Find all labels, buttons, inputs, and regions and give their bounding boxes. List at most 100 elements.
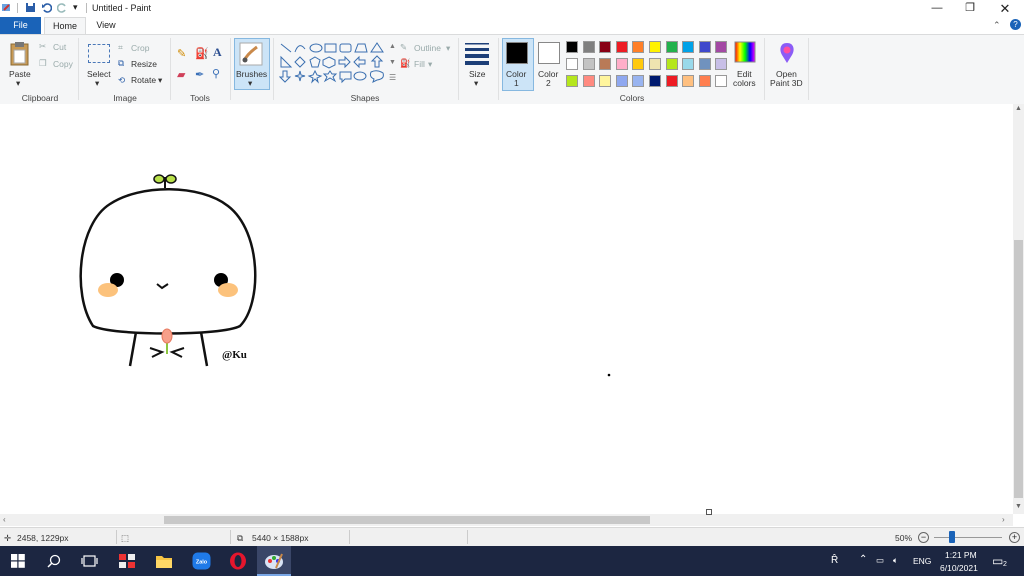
palette-swatch[interactable] — [615, 75, 628, 87]
palette-swatch[interactable] — [649, 58, 661, 70]
select-dropdown-icon[interactable]: ▾ — [95, 78, 99, 89]
palette-swatch[interactable] — [615, 41, 628, 53]
scroll-left-icon[interactable]: ‹ — [3, 515, 6, 524]
shapes-scroll-up-icon[interactable]: ▲ — [389, 43, 396, 50]
tab-file[interactable]: File — [0, 17, 41, 34]
crop-icon[interactable]: ⌗ — [118, 42, 123, 53]
palette-swatch[interactable] — [599, 41, 612, 53]
scroll-up-icon[interactable]: ▲ — [1015, 105, 1022, 112]
fill-button[interactable]: Fill — [414, 59, 425, 69]
palette-swatch[interactable] — [665, 41, 678, 53]
copy-icon[interactable]: ❐ — [39, 58, 47, 69]
color2-swatch[interactable] — [538, 42, 560, 64]
palette-swatch[interactable] — [715, 75, 728, 87]
language-indicator[interactable]: ENG — [913, 556, 931, 566]
palette-swatch[interactable] — [566, 41, 578, 53]
paint-app-icon[interactable] — [1, 2, 12, 13]
tab-view[interactable]: View — [88, 17, 124, 34]
palette-swatch[interactable] — [698, 75, 711, 87]
rotate-button[interactable]: Rotate — [131, 75, 156, 85]
palette-swatch[interactable] — [665, 75, 678, 87]
opera-icon[interactable] — [229, 552, 247, 570]
eraser-icon[interactable]: ▰ — [177, 68, 185, 81]
undo-icon[interactable] — [41, 2, 52, 13]
scroll-right-icon[interactable]: › — [1002, 515, 1005, 524]
volume-icon[interactable]: 🔈︎ — [893, 555, 898, 566]
notification-center-icon[interactable]: ▭ — [992, 554, 1003, 568]
palette-swatch[interactable] — [715, 41, 728, 53]
save-icon[interactable] — [25, 2, 36, 13]
palette-swatch[interactable] — [649, 41, 661, 53]
outline-icon[interactable]: ✎ — [400, 42, 407, 53]
outline-button[interactable]: Outline — [414, 43, 441, 53]
battery-icon[interactable]: ▭ — [876, 555, 884, 566]
fill-dropdown-icon[interactable]: ▾ — [428, 59, 432, 70]
palette-swatch[interactable] — [682, 75, 695, 87]
zoom-slider-thumb[interactable] — [949, 531, 955, 543]
select-icon[interactable] — [88, 44, 110, 63]
fill-bucket-icon[interactable]: ⛽ — [195, 47, 209, 60]
task-view-icon[interactable] — [81, 554, 98, 568]
resize-icon[interactable]: ⧉ — [118, 58, 124, 69]
zoom-in-button[interactable]: + — [1009, 532, 1020, 543]
zalo-icon[interactable]: Zalo — [192, 552, 211, 570]
palette-swatch[interactable] — [665, 58, 678, 70]
text-tool-icon[interactable]: A — [213, 45, 222, 60]
app-icon-1[interactable] — [118, 553, 136, 569]
resize-button[interactable]: Resize — [131, 59, 157, 69]
minimize-button[interactable]: — — [920, 0, 954, 17]
redo-icon[interactable] — [57, 2, 68, 13]
zoom-out-button[interactable]: − — [918, 532, 929, 543]
help-icon[interactable]: ? — [1010, 19, 1021, 30]
palette-swatch[interactable] — [615, 58, 628, 70]
color-picker-icon[interactable]: ✒ — [195, 68, 204, 81]
palette-swatch[interactable] — [698, 41, 711, 53]
restore-button[interactable]: ❐ — [953, 0, 987, 17]
edit-colors-icon[interactable] — [734, 41, 756, 63]
palette-swatch[interactable] — [566, 75, 578, 87]
shapes-gallery[interactable] — [279, 41, 387, 87]
palette-swatch[interactable] — [632, 58, 645, 70]
zoom-slider-track[interactable] — [934, 537, 1002, 538]
palette-swatch[interactable] — [582, 41, 595, 53]
clock-date[interactable]: 6/10/2021 — [940, 563, 978, 573]
palette-swatch[interactable] — [599, 75, 612, 87]
search-icon[interactable] — [47, 554, 61, 568]
palette-swatch[interactable] — [682, 41, 695, 53]
shapes-expand-icon[interactable]: ☰ — [389, 73, 396, 82]
palette-swatch[interactable] — [682, 58, 695, 70]
palette-swatch[interactable] — [582, 58, 595, 70]
canvas[interactable]: @Ku — [0, 104, 1013, 514]
palette-swatch[interactable] — [566, 58, 578, 70]
shapes-scroll-down-icon[interactable]: ▼ — [389, 59, 396, 66]
rotate-dropdown-icon[interactable]: ▾ — [158, 75, 162, 86]
scroll-down-icon[interactable]: ▼ — [1015, 503, 1022, 510]
paint3d-icon[interactable] — [777, 41, 797, 65]
palette-swatch[interactable] — [632, 75, 645, 87]
canvas-resize-handle[interactable] — [706, 509, 712, 515]
size-icon[interactable] — [464, 41, 490, 65]
rotate-icon[interactable]: ⟲ — [118, 75, 125, 86]
pencil-icon[interactable]: ✎ — [177, 47, 186, 60]
tab-home[interactable]: Home — [44, 17, 86, 34]
crop-button[interactable]: Crop — [131, 43, 149, 53]
palette-swatch[interactable] — [582, 75, 595, 87]
paste-dropdown-icon[interactable]: ▾ — [16, 78, 20, 89]
paste-icon[interactable] — [9, 41, 31, 67]
clock-time[interactable]: 1:21 PM — [945, 550, 977, 560]
close-button[interactable]: ✕ — [988, 0, 1022, 17]
people-icon[interactable]: R̂ — [831, 555, 838, 566]
vertical-scroll-thumb[interactable] — [1014, 240, 1023, 498]
windows-start-icon[interactable] — [11, 554, 25, 568]
horizontal-scroll-thumb[interactable] — [164, 516, 650, 524]
customize-qa-icon[interactable]: ▾ — [73, 2, 78, 13]
tray-chevron-icon[interactable]: ⌃ — [859, 554, 867, 565]
palette-swatch[interactable] — [715, 58, 728, 70]
cut-icon[interactable]: ✂ — [39, 41, 46, 52]
palette-swatch[interactable] — [632, 41, 645, 53]
cut-button[interactable]: Cut — [53, 42, 66, 52]
palette-swatch[interactable] — [599, 58, 612, 70]
outline-dropdown-icon[interactable]: ▾ — [446, 43, 450, 54]
copy-button[interactable]: Copy — [53, 59, 73, 69]
palette-swatch[interactable] — [649, 75, 661, 87]
